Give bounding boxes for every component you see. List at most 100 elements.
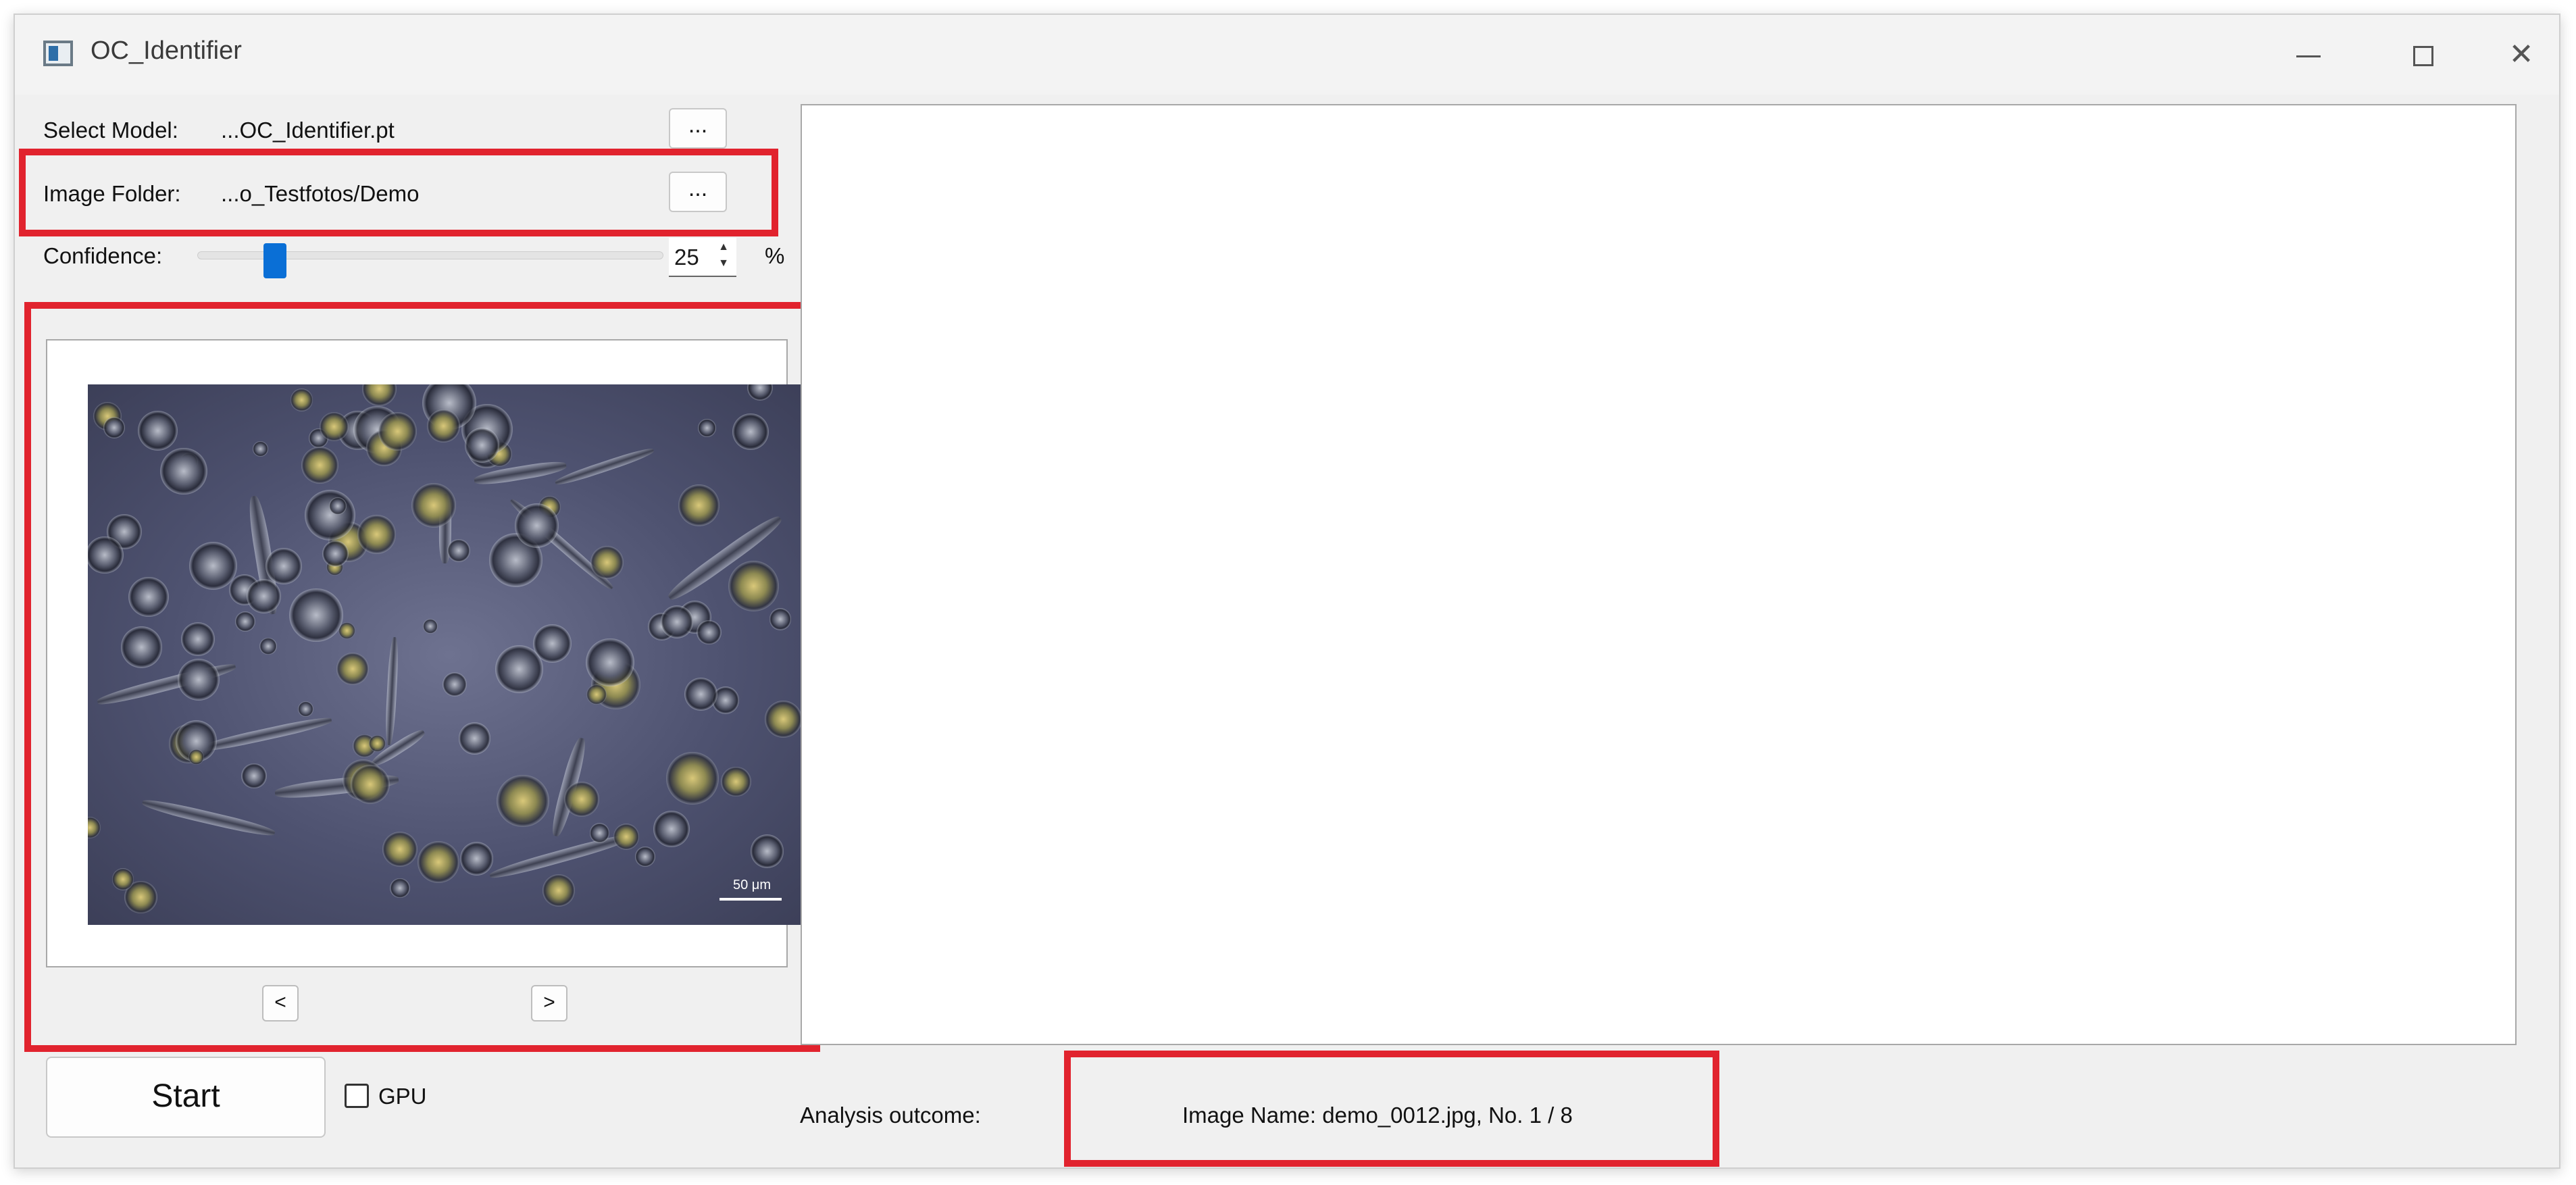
cell-blob xyxy=(697,620,722,645)
minimize-button[interactable] xyxy=(2271,28,2346,81)
cell-blob xyxy=(720,766,751,797)
folder-path: ...o_Testfotos/Demo xyxy=(221,181,420,206)
folder-browse-button[interactable]: ... xyxy=(669,172,727,212)
confidence-unit: % xyxy=(765,243,785,268)
cell-blob xyxy=(747,384,773,401)
cell-blob xyxy=(427,409,460,443)
cell-blob xyxy=(769,608,792,630)
cell-blob xyxy=(765,701,802,738)
cell-blob xyxy=(88,536,124,574)
gpu-label: GPU xyxy=(378,1084,427,1109)
model-label: Select Model: xyxy=(43,118,178,143)
cell-blob xyxy=(103,416,125,438)
cell-blob xyxy=(732,413,769,450)
cell-blob xyxy=(515,503,559,548)
model-browse-button[interactable]: ... xyxy=(669,108,727,149)
window-title: OC_Identifier xyxy=(91,36,242,65)
cell-blob xyxy=(290,388,313,411)
elongated-cell xyxy=(384,636,400,745)
maximize-button[interactable] xyxy=(2386,28,2460,81)
cell-blob xyxy=(390,878,410,899)
cell-blob xyxy=(458,722,490,755)
folder-label: Image Folder: xyxy=(43,181,181,206)
model-path: ...OC_Identifier.pt xyxy=(221,118,395,143)
cell-blob xyxy=(322,540,349,567)
cell-blob xyxy=(350,764,390,805)
cell-blob xyxy=(635,847,655,867)
maximize-icon xyxy=(2413,46,2433,67)
elongated-cell xyxy=(141,797,276,840)
cell-blob xyxy=(590,545,624,579)
image-info-text: Image Name: demo_0012.jpg, No. 1 / 8 xyxy=(1182,1103,1573,1128)
cell-blob xyxy=(234,611,255,632)
spin-arrows-icon[interactable]: ▲ ▼ xyxy=(712,239,735,274)
scale-bar-label: 50 μm xyxy=(733,878,771,892)
confidence-spinbox[interactable]: 25 ▲ ▼ xyxy=(669,238,736,277)
title-bar: OC_Identifier ✕ xyxy=(15,15,2559,95)
cell-blob xyxy=(128,576,169,617)
cell-blob xyxy=(357,515,396,554)
cell-blob xyxy=(304,489,355,541)
previous-image-button[interactable]: < xyxy=(262,985,299,1022)
cell-blob xyxy=(297,701,313,717)
cell-blob xyxy=(464,428,499,463)
cell-blob xyxy=(459,842,494,876)
cell-blob xyxy=(660,605,694,638)
cell-blob xyxy=(178,658,220,701)
cell-blob xyxy=(266,548,303,585)
cell-blob xyxy=(447,538,470,562)
cell-blob xyxy=(361,384,397,406)
cell-blob xyxy=(422,618,438,634)
cell-blob xyxy=(613,824,640,850)
cell-blob xyxy=(589,823,610,843)
cell-blob xyxy=(378,412,418,451)
cell-blob xyxy=(88,817,101,839)
close-icon: ✕ xyxy=(2508,38,2534,71)
confidence-value: 25 xyxy=(674,245,699,270)
app-icon xyxy=(43,41,73,66)
cell-blob xyxy=(111,868,134,890)
cell-blob xyxy=(750,834,784,868)
confidence-label: Confidence: xyxy=(43,243,163,268)
cell-blob xyxy=(684,677,717,711)
cell-blob xyxy=(653,810,690,847)
microscopy-image: 50 μm xyxy=(88,384,811,925)
close-button[interactable]: ✕ xyxy=(2484,28,2558,81)
cell-blob xyxy=(328,497,347,515)
cell-blob xyxy=(411,483,456,528)
cell-blob xyxy=(289,588,343,642)
cell-blob xyxy=(247,579,282,614)
cell-blob xyxy=(728,560,780,611)
cell-blob xyxy=(336,652,370,686)
cell-blob xyxy=(319,411,349,441)
cell-blob xyxy=(666,752,719,805)
analysis-outcome-label: Analysis outcome: xyxy=(800,1103,981,1128)
cell-blob xyxy=(120,626,163,668)
cell-blob xyxy=(180,622,215,656)
cell-blob xyxy=(160,447,207,495)
next-image-button[interactable]: > xyxy=(531,985,567,1022)
cell-blob xyxy=(495,645,544,693)
cell-blob xyxy=(417,841,459,883)
cell-blob xyxy=(542,874,576,907)
cell-blob xyxy=(698,419,716,437)
cell-blob xyxy=(252,440,268,457)
elongated-cell xyxy=(199,714,333,755)
minimize-icon xyxy=(2296,55,2321,57)
cell-blob xyxy=(188,749,205,765)
elongated-cell xyxy=(553,445,655,488)
results-pane xyxy=(801,104,2517,1045)
cell-blob xyxy=(497,774,549,827)
cell-blob xyxy=(369,734,386,752)
cell-blob xyxy=(586,684,607,705)
cell-blob xyxy=(382,832,418,867)
confidence-slider-handle[interactable] xyxy=(263,243,287,278)
cell-blob xyxy=(259,637,277,655)
app-window: OC_Identifier ✕ Select Model: ...OC_Iden… xyxy=(14,14,2560,1169)
image-preview-frame: 50 μm xyxy=(46,339,811,967)
gpu-checkbox[interactable] xyxy=(345,1084,369,1108)
cell-blob xyxy=(563,782,599,817)
start-button[interactable]: Start xyxy=(46,1057,326,1138)
scale-bar xyxy=(719,898,782,901)
cell-blob xyxy=(442,672,468,697)
